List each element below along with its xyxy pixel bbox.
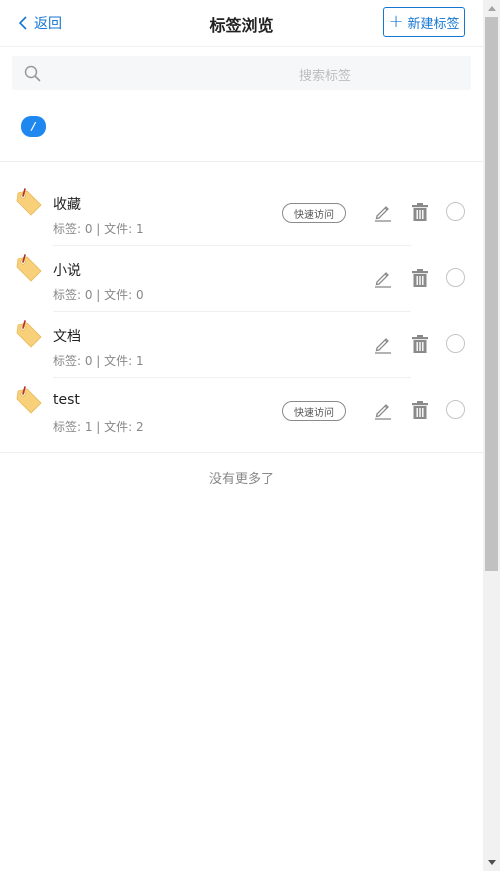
trash-icon[interactable] (411, 268, 429, 288)
divider (0, 452, 483, 453)
tag-icon (15, 188, 43, 216)
header: 返回 标签浏览 + 新建标签 (0, 0, 483, 47)
tag-meta: 标签: 1 | 文件: 2 (53, 420, 144, 434)
scrollbar-thumb[interactable] (485, 17, 498, 571)
scroll-up-arrow-icon[interactable] (483, 0, 500, 17)
select-radio[interactable] (446, 268, 465, 287)
select-radio[interactable] (446, 334, 465, 353)
select-radio[interactable] (446, 400, 465, 419)
select-radio[interactable] (446, 202, 465, 221)
page: 返回 标签浏览 + 新建标签 搜索标签 / 收藏标签: 0 | 文件: 1 快速访… (0, 0, 500, 871)
tag-name[interactable]: 小说 (53, 260, 81, 280)
new-tag-label: 新建标签 (407, 16, 460, 32)
path-root-chip[interactable]: / (21, 116, 46, 137)
divider (0, 161, 483, 162)
tag-name[interactable]: 收藏 (53, 194, 81, 214)
quick-access-badge[interactable]: 快速访问 (282, 401, 346, 421)
tag-name[interactable]: 文档 (53, 326, 81, 346)
quick-access-badge[interactable]: 快速访问 (282, 203, 346, 223)
pencil-icon[interactable] (373, 334, 393, 354)
tag-list: 收藏 标签: 0 | 文件: 1 快速访问 小说 标签: 0 | 文件: 0 文… (0, 180, 483, 444)
tag-row[interactable]: 文档标签: 0 | 文件: 1 (0, 312, 483, 378)
main-content: 返回 标签浏览 + 新建标签 搜索标签 / 收藏标签: 0 | 文件: 1 快速访… (0, 0, 483, 871)
search-input[interactable]: 搜索标签 (12, 56, 471, 90)
plus-icon: + (388, 11, 404, 32)
tag-row[interactable]: 小说标签: 0 | 文件: 0 (0, 246, 483, 312)
no-more-text: 没有更多了 (208, 472, 274, 487)
search-placeholder: 搜索标签 (298, 69, 351, 84)
tag-icon (15, 254, 43, 282)
tag-icon (15, 386, 43, 414)
trash-icon[interactable] (411, 334, 429, 354)
tag-row[interactable]: 收藏标签: 0 | 文件: 1 快速访问 (0, 180, 483, 246)
tag-row[interactable]: test 标签: 1 | 文件: 2 快速访问 (0, 378, 483, 444)
trash-icon[interactable] (411, 400, 429, 420)
tag-meta: 标签: 0 | 文件: 1 (53, 354, 144, 368)
new-tag-button[interactable]: + 新建标签 (383, 7, 465, 37)
scrollbar[interactable] (483, 0, 500, 871)
pencil-icon[interactable] (373, 400, 393, 420)
tag-name[interactable]: test (53, 392, 80, 408)
tag-meta: 标签: 0 | 文件: 1 (53, 222, 144, 236)
scroll-down-arrow-icon[interactable] (483, 854, 500, 871)
trash-icon[interactable] (411, 202, 429, 222)
pencil-icon[interactable] (373, 202, 393, 222)
tag-meta: 标签: 0 | 文件: 0 (53, 288, 144, 302)
pencil-icon[interactable] (373, 268, 393, 288)
tag-icon (15, 320, 43, 348)
